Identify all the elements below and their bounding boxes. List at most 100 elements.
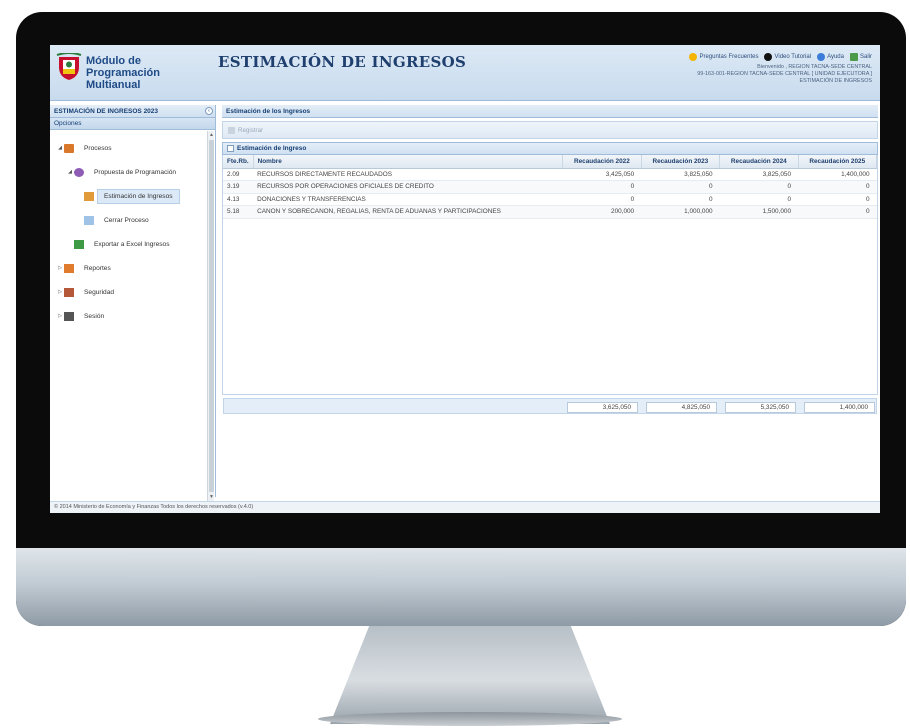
- sidebar: ESTIMACIÓN DE INGRESOS 2023 ‹ Opciones ◢…: [50, 105, 216, 501]
- help-link[interactable]: Ayuda: [817, 53, 844, 61]
- cell-2022: 0: [562, 180, 642, 194]
- collapse-sidebar-button[interactable]: ‹: [205, 107, 213, 115]
- current-section-text: ESTIMACIÓN DE INGRESOS: [799, 78, 872, 84]
- faq-icon: [689, 53, 698, 61]
- monitor-stand-base: [318, 712, 622, 726]
- app-footer: © 2014 Ministerio de Economía y Finanzas…: [50, 501, 880, 513]
- cell-2023: 0: [641, 193, 720, 206]
- cell-2023: 3,825,050: [641, 168, 720, 181]
- expand-arrow-icon[interactable]: ▷: [56, 313, 64, 319]
- total-2025: 1,400,000: [804, 402, 875, 413]
- income-table: Fte.Rb. Nombre Recaudación 2022 Recaudac…: [223, 155, 878, 219]
- monitor-stand: [330, 626, 610, 724]
- cell-nombre: CANON Y SOBRECANON, REGALIAS, RENTA DE A…: [253, 205, 563, 219]
- navigation-tree: ◢ Procesos ◢ Propuesta de Programación E…: [50, 130, 215, 490]
- cell-2025: 1,400,000: [798, 168, 877, 181]
- faq-link-label: Preguntas Frecuentes: [699, 54, 759, 60]
- play-icon: [764, 53, 773, 61]
- column-header-recaudacion-2025[interactable]: Recaudación 2025: [798, 155, 878, 169]
- cell-nombre: RECURSOS DIRECTAMENTE RECAUDADOS: [253, 168, 563, 181]
- register-label: Registrar: [238, 126, 264, 134]
- expand-arrow-icon[interactable]: ◢: [66, 169, 74, 175]
- cell-2025: 0: [798, 180, 877, 194]
- table-row[interactable]: 2.09 RECURSOS DIRECTAMENTE RECAUDADOS 3,…: [223, 168, 877, 181]
- tools-icon: [64, 311, 74, 321]
- cell-2024: 0: [719, 180, 799, 194]
- cell-2024: 3,825,050: [719, 168, 799, 181]
- cell-2022: 3,425,050: [562, 168, 642, 181]
- register-button[interactable]: Registrar: [228, 126, 264, 134]
- tree-item-reportes[interactable]: ▷ Reportes: [50, 256, 215, 280]
- cell-2023: 1,000,000: [641, 205, 720, 219]
- cell-fte: 5.18: [223, 205, 254, 219]
- tree-item-propuesta[interactable]: ◢ Propuesta de Programación: [50, 160, 215, 184]
- column-header-fte[interactable]: Fte.Rb.: [223, 155, 254, 169]
- user-info: Bienvenido , REGION TACNA-SEDE CENTRAL 9…: [697, 64, 872, 85]
- totals-row: 3,625,050 4,825,050 5,325,050 1,400,000: [223, 398, 877, 414]
- scroll-up-icon[interactable]: ▲: [209, 132, 214, 138]
- top-links: Preguntas Frecuentes Video Tutorial Ayud…: [689, 53, 872, 61]
- cell-fte: 3.19: [223, 180, 254, 194]
- module-title: Módulo de Programación Multianual: [86, 55, 216, 91]
- sidebar-scrollbar[interactable]: ▲ ▼: [207, 131, 214, 501]
- column-header-recaudacion-2023[interactable]: Recaudación 2023: [641, 155, 721, 169]
- users-icon: [64, 287, 74, 297]
- expand-arrow-icon[interactable]: ▷: [56, 265, 64, 271]
- tree-item-label: Exportar a Excel Ingresos: [94, 240, 170, 248]
- grid-header: Estimación de Ingreso: [222, 142, 878, 155]
- cell-fte: 2.09: [223, 168, 254, 181]
- cell-2022: 0: [562, 193, 642, 206]
- monitor-chin: [16, 548, 906, 626]
- add-icon: [228, 126, 235, 134]
- tree-item-label: Cerrar Proceso: [104, 216, 149, 224]
- total-2024: 5,325,050: [725, 402, 796, 413]
- table-row[interactable]: 3.19 RECURSOS POR OPERACIONES OFICIALES …: [223, 180, 877, 194]
- tree-item-exportar[interactable]: Exportar a Excel Ingresos: [50, 232, 215, 256]
- scrollbar-thumb[interactable]: [209, 140, 214, 492]
- expand-arrow-icon[interactable]: ◢: [56, 145, 64, 151]
- tree-item-label: Reportes: [84, 264, 111, 272]
- tree-item-seguridad[interactable]: ▷ Seguridad: [50, 280, 215, 304]
- peru-coat-of-arms-logo: [56, 53, 82, 80]
- video-tutorial-link[interactable]: Video Tutorial: [764, 53, 811, 61]
- total-2022: 3,625,050: [567, 402, 638, 413]
- executing-unit-text: 99-163-001-REGION TACNA-SEDE CENTRAL [ U…: [697, 71, 872, 77]
- help-icon: [817, 53, 826, 61]
- total-2023: 4,825,050: [646, 402, 717, 413]
- scroll-down-icon[interactable]: ▼: [209, 494, 214, 500]
- tree-item-label: Propuesta de Programación: [94, 168, 177, 176]
- grid-title: Estimación de Ingreso: [237, 145, 307, 152]
- video-tutorial-label: Video Tutorial: [774, 54, 812, 60]
- income-grid: Fte.Rb. Nombre Recaudación 2022 Recaudac…: [222, 155, 878, 414]
- report-icon: [64, 263, 74, 273]
- table-row[interactable]: 5.18 CANON Y SOBRECANON, REGALIAS, RENTA…: [223, 205, 877, 219]
- table-row[interactable]: 4.13 DONACIONES Y TRANSFERENCIAS 0 0 0 0: [223, 193, 877, 206]
- cell-2025: 0: [798, 205, 877, 219]
- cell-fte: 4.13: [223, 193, 254, 206]
- tree-item-cerrar[interactable]: Cerrar Proceso: [50, 208, 215, 232]
- tree-item-sesion[interactable]: ▷ Sesión: [50, 304, 215, 328]
- cell-nombre: RECURSOS POR OPERACIONES OFICIALES DE CR…: [253, 180, 563, 194]
- faq-link[interactable]: Preguntas Frecuentes: [689, 53, 758, 61]
- excel-icon: [74, 239, 84, 249]
- column-header-nombre[interactable]: Nombre: [253, 155, 564, 169]
- sidebar-header: ESTIMACIÓN DE INGRESOS 2023 ‹: [50, 105, 215, 118]
- app-screen: Módulo de Programación Multianual ESTIMA…: [50, 45, 880, 513]
- tree-item-estimacion[interactable]: Estimación de Ingresos: [50, 184, 215, 208]
- tree-item-label: Estimación de Ingresos: [97, 188, 180, 204]
- cell-2022: 200,000: [562, 205, 642, 219]
- column-header-recaudacion-2022[interactable]: Recaudación 2022: [562, 155, 642, 169]
- column-header-recaudacion-2024[interactable]: Recaudación 2024: [719, 155, 799, 169]
- edit-icon: [84, 191, 94, 201]
- table-header-row: Fte.Rb. Nombre Recaudación 2022 Recaudac…: [223, 155, 878, 169]
- expand-arrow-icon[interactable]: ▷: [56, 289, 64, 295]
- exit-link[interactable]: Salir: [849, 53, 872, 61]
- tree-item-procesos[interactable]: ◢ Procesos: [50, 136, 215, 160]
- page-title: ESTIMACIÓN DE INGRESOS: [218, 53, 467, 71]
- exit-link-label: Salir: [859, 54, 872, 60]
- options-header: Opciones: [50, 118, 215, 130]
- cell-2025: 0: [798, 193, 877, 206]
- cell-2024: 0: [719, 193, 799, 206]
- help-link-label: Ayuda: [827, 54, 844, 60]
- tree-item-label: Procesos: [84, 144, 112, 152]
